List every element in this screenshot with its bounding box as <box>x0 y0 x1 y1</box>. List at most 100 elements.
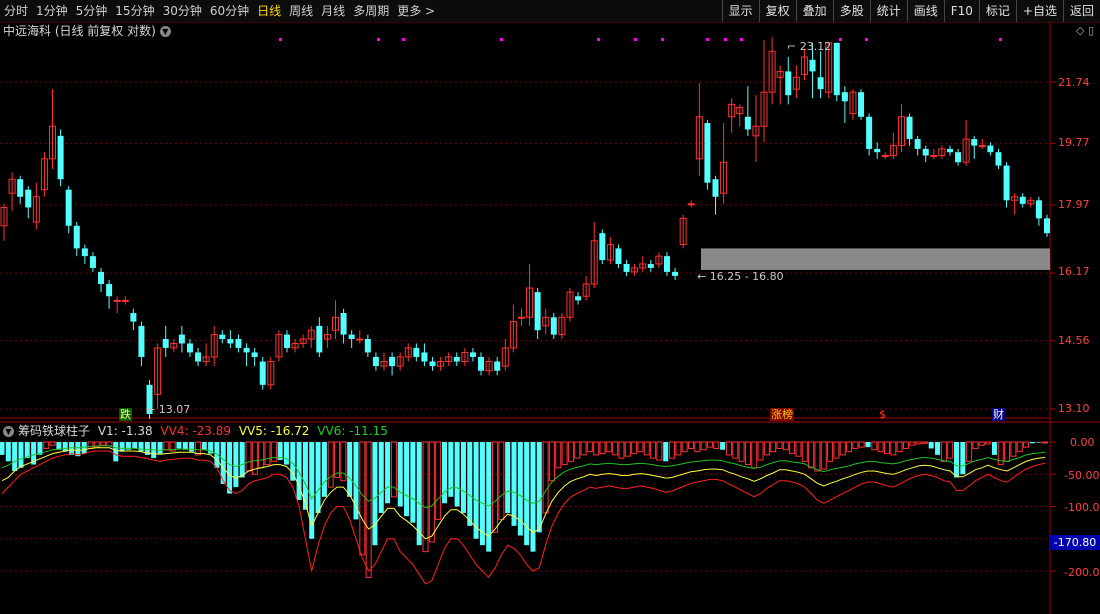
indicator-bar <box>883 441 890 455</box>
candle-body <box>785 71 792 96</box>
event-dot <box>740 38 743 41</box>
candle-body <box>389 356 396 367</box>
indicator-bar <box>757 441 764 461</box>
indicator-bar <box>163 441 170 451</box>
candle-body <box>113 299 121 302</box>
indicator-bar <box>896 441 903 453</box>
chevron-down-icon[interactable]: ▼ <box>159 26 171 37</box>
candle-body <box>946 148 953 153</box>
indicator-name: 筹码铁球柱子 <box>18 424 91 438</box>
indicator-bar <box>473 442 479 539</box>
candle-body <box>25 189 32 208</box>
candle-body <box>219 334 226 340</box>
indicator-bar <box>1016 441 1023 453</box>
candle-body <box>356 338 364 341</box>
indicator-bar <box>106 441 113 447</box>
indicator-title: ▼ 筹码铁球柱子 V1: -1.38 VV4: -23.89 VV5: -16.7… <box>3 424 392 438</box>
price-tick: 14.56 <box>1058 334 1090 347</box>
candle-body <box>283 334 290 348</box>
indicator-bar <box>334 441 341 478</box>
indicator-bar <box>416 442 422 546</box>
kline-chart[interactable] <box>0 0 1100 614</box>
indicator-bar <box>1029 442 1035 444</box>
price-tick: 16.17 <box>1058 265 1090 278</box>
candle-body <box>162 339 169 348</box>
indicator-bar <box>327 441 334 488</box>
indicator-bar <box>972 441 979 449</box>
candle-body <box>663 256 670 272</box>
vv5-value: VV5: -16.72 <box>238 424 310 438</box>
indicator-bar <box>599 441 606 455</box>
vv6-value: VV6: -11.15 <box>317 424 388 438</box>
indicator-bar <box>511 442 517 526</box>
event-dot <box>279 38 282 41</box>
indicator-bar <box>290 442 296 481</box>
indicator-bar <box>688 441 695 449</box>
indicator-bar <box>378 442 384 513</box>
candle-body <box>121 299 129 302</box>
candle-body <box>1044 218 1050 234</box>
indicator-bar <box>524 442 530 546</box>
indicator-bar <box>921 441 928 444</box>
indicator-bar <box>227 442 233 494</box>
candle-body <box>866 116 873 149</box>
indicator-bar <box>176 442 182 449</box>
indicator-bar <box>555 441 562 469</box>
indicator-bar <box>1042 441 1048 444</box>
low-annotation: ← 13.07 <box>146 403 191 416</box>
cai-marker[interactable]: 财 <box>992 408 1005 421</box>
indicator-bar <box>189 442 195 452</box>
high-value: 23.12 <box>799 40 832 53</box>
candle-body <box>453 356 460 362</box>
candle-body <box>881 155 889 158</box>
candle-body <box>243 347 250 353</box>
indicator-bar <box>940 441 947 462</box>
event-dot <box>706 38 709 41</box>
candle-body <box>858 92 865 117</box>
indicator-bar <box>954 442 960 478</box>
indicator-bar <box>593 441 600 456</box>
vv4-line <box>1 450 1046 585</box>
indicator-bar <box>505 442 511 513</box>
indicator-bar <box>713 441 720 449</box>
candle-body <box>348 334 355 340</box>
candle-body <box>672 271 679 276</box>
candle-body <box>364 339 371 353</box>
indicator-bar <box>586 441 593 453</box>
chevron-down-icon[interactable]: ▼ <box>3 426 14 437</box>
indicator-bar <box>720 442 726 450</box>
indicator-bar <box>618 441 625 459</box>
candle-body <box>922 148 929 156</box>
indicator-bar <box>858 441 865 448</box>
candle-body <box>106 283 113 297</box>
indicator-bar <box>119 442 125 452</box>
indicator-tick: -50.00 <box>1064 469 1100 482</box>
die-marker[interactable]: 跌 <box>119 408 132 421</box>
indicator-bar <box>454 442 460 507</box>
indicator-bar <box>1010 441 1017 457</box>
indicator-bar <box>776 441 783 449</box>
v1-value: V1: -1.38 <box>97 424 153 438</box>
indicator-bar <box>182 442 188 450</box>
candle-body <box>599 233 606 261</box>
candle-body <box>413 347 420 357</box>
candle-body <box>971 139 978 146</box>
indicator-bar <box>1036 442 1042 443</box>
indicator-bar <box>542 441 549 514</box>
indicator-bar <box>738 441 745 462</box>
indicator-bar <box>909 441 916 446</box>
candle-body <box>914 139 921 149</box>
candle-body <box>550 317 557 335</box>
indicator-bar <box>467 442 473 526</box>
candle-body <box>704 123 711 183</box>
indicator-bar <box>321 442 327 497</box>
candle-body <box>138 325 145 357</box>
price-tick: 21.74 <box>1058 76 1090 89</box>
indicator-bar <box>700 441 707 451</box>
event-dot <box>402 38 405 41</box>
zhangbang-marker[interactable]: 涨榜 <box>770 408 794 421</box>
event-dot <box>839 38 842 41</box>
dollar-marker[interactable]: $ <box>878 408 887 421</box>
candle-body <box>421 352 428 362</box>
window-icons[interactable]: ◇ ▯ <box>1076 24 1094 37</box>
